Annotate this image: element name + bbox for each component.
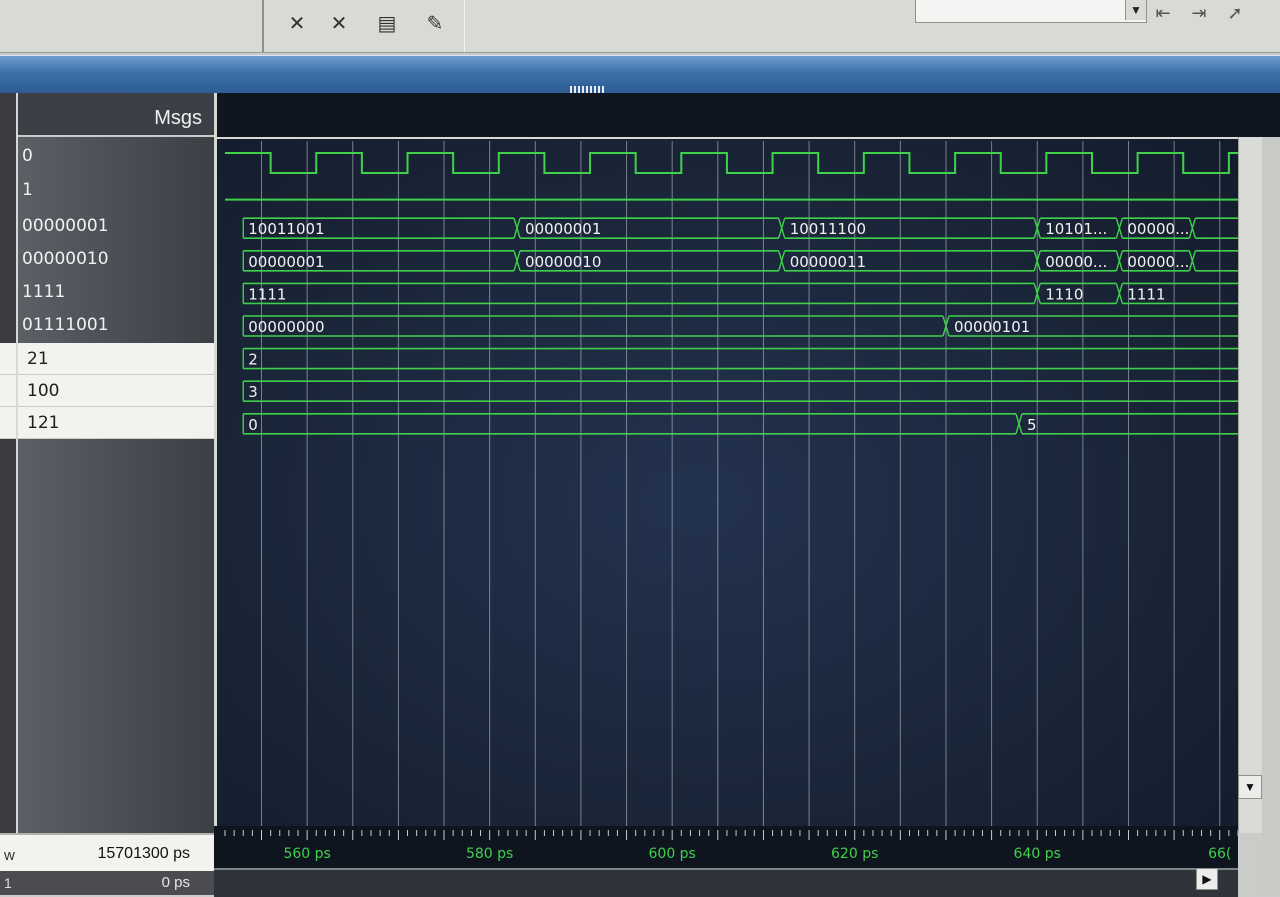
signal-value[interactable]: 1111 — [18, 276, 214, 308]
signal-name-column — [0, 93, 18, 895]
signal-value[interactable]: 0 — [18, 140, 214, 172]
signal-name-cell[interactable] — [0, 375, 16, 407]
msgs-label: Msgs — [154, 107, 202, 129]
bus-value-label: 1111 — [1127, 285, 1165, 303]
signal-value[interactable]: 01111001 — [18, 309, 214, 341]
signal-name-cell[interactable] — [0, 407, 16, 439]
bus-value-label: 00000010 — [525, 253, 601, 271]
value-pane-header: Msgs — [18, 93, 214, 137]
clock-wave — [225, 152, 1238, 174]
bus-value-label: 00000001 — [248, 253, 324, 271]
zoom-collapse-icon[interactable]: ✕ — [282, 8, 312, 38]
vertical-scrollbar[interactable] — [1238, 137, 1263, 833]
cursor-row[interactable]: 1 0 ps — [0, 871, 214, 895]
signal-value[interactable]: 00000001 — [18, 210, 214, 242]
bus-value-label: 00000... — [1045, 253, 1107, 271]
waveform-canvas[interactable]: 10011001 00000001 10011100 10101... 00000...… — [217, 137, 1238, 827]
nav-jump-icon[interactable]: ➚ — [1222, 0, 1248, 26]
cursor-value: 0 ps — [161, 874, 190, 891]
scroll-right-icon[interactable]: ▶ — [1196, 868, 1218, 890]
window-edge — [1262, 137, 1280, 895]
timeline-tick-label: 620 ps — [831, 846, 878, 862]
timeline-tick-label: 600 ps — [649, 846, 696, 862]
bus-value-label: 00000000 — [248, 318, 324, 336]
toolbar-group: ✕ ✕ ▤ ✎ — [262, 0, 465, 52]
bus-value-label: 10011001 — [248, 220, 324, 238]
wave-edit-icon[interactable]: ✎ — [420, 8, 450, 38]
bus-value-label: 3 — [248, 383, 258, 401]
bus-value-label: 00000... — [1127, 220, 1189, 238]
zoom-expand-icon[interactable]: ✕ — [324, 8, 354, 38]
bus-value-label: 1110 — [1045, 285, 1083, 303]
bus-value-label: 10011100 — [790, 220, 866, 238]
timeline-tick-label: 640 ps — [1014, 846, 1061, 862]
now-row: w 15701300 ps — [0, 833, 214, 873]
wave-window-titlebar[interactable] — [0, 55, 1280, 94]
timeline-ticks: 560 ps 580 ps 600 ps 620 ps 640 ps 66( — [224, 830, 1238, 862]
now-label: w — [4, 847, 15, 864]
bus-value-label: 10101... — [1045, 220, 1107, 238]
now-value: 15701300 ps — [97, 845, 190, 862]
signal-value[interactable]: 121 — [18, 407, 214, 439]
cursor-label: 1 — [4, 875, 12, 891]
timeline-tick-label: 66( — [1208, 846, 1231, 862]
signal-name-cell[interactable] — [0, 343, 16, 375]
document-icon[interactable]: ▤ — [372, 8, 402, 38]
bus-value-label: 5 — [1027, 416, 1037, 434]
bus-value-label: 0 — [248, 416, 258, 434]
chevron-down-icon[interactable]: ▼ — [1125, 0, 1146, 20]
scroll-down-icon[interactable]: ▼ — [1238, 775, 1262, 799]
bus-value-label: 00000101 — [954, 318, 1030, 336]
nav-forward-icon[interactable]: ⇥ — [1186, 0, 1212, 26]
waveform-header — [217, 93, 1280, 139]
signal-value[interactable]: 21 — [18, 343, 214, 375]
signal-value[interactable]: 1 — [18, 174, 214, 206]
zoom-combo[interactable]: ▼ — [915, 0, 1147, 23]
toolbar: ✕ ✕ ▤ ✎ ▼ ⇤ ⇥ ➚ — [0, 0, 1280, 53]
timeline-tick-label: 580 ps — [466, 846, 513, 862]
bus-value-label: 1111 — [248, 285, 286, 303]
signal-value[interactable]: 00000010 — [18, 243, 214, 275]
bus-value-label: 00000011 — [790, 253, 866, 271]
horizontal-scrollbar[interactable] — [214, 868, 1238, 897]
bus-value-label: 2 — [248, 351, 258, 369]
bus-value-label: 00000... — [1127, 253, 1189, 271]
nav-back-icon[interactable]: ⇤ — [1150, 0, 1176, 26]
bus-value-label: 00000001 — [525, 220, 601, 238]
signal-value[interactable]: 100 — [18, 375, 214, 407]
timeline-tick-label: 560 ps — [283, 846, 330, 862]
